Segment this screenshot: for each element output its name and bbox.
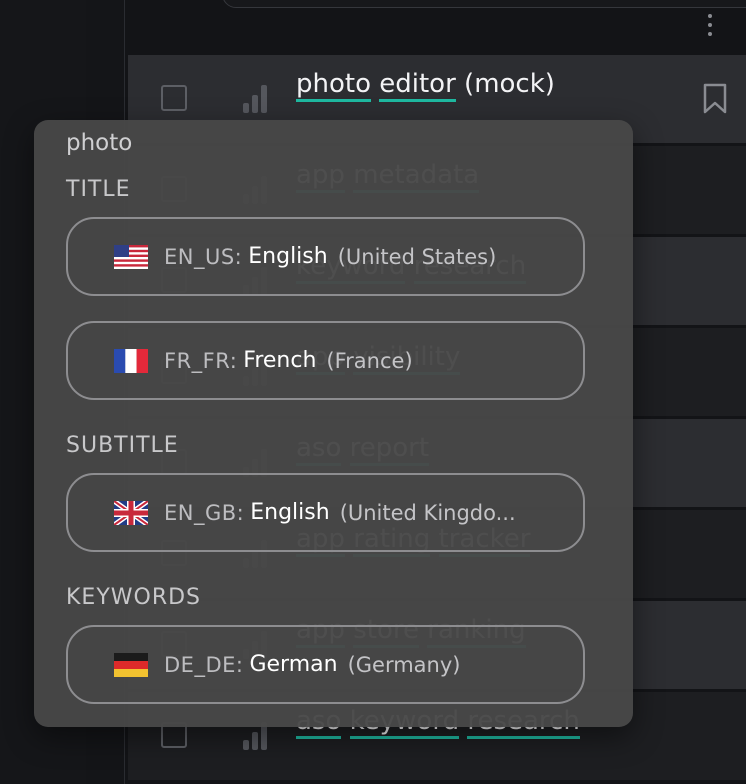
gb-flag-icon [114, 500, 148, 525]
app-page: photo editor (mock) app metadata keyword… [0, 0, 746, 784]
keyword-locale-popover: photo TITLE EN_US: English (United State… [34, 120, 633, 727]
locale-region: (United States) [337, 244, 497, 269]
fr-flag-icon [114, 348, 148, 373]
de-flag-icon [114, 652, 148, 677]
keyword-word: photo [296, 69, 371, 102]
locale-language: English [250, 500, 330, 525]
row-checkbox[interactable] [161, 85, 187, 111]
locale-chip-en-us[interactable]: EN_US: English (United States) [66, 217, 585, 296]
section-keywords-heading: KEYWORDS [66, 585, 202, 610]
section-subtitle-heading: SUBTITLE [66, 433, 179, 458]
locale-chip-fr-fr[interactable]: FR_FR: French (France) [66, 321, 585, 400]
locale-language: French [243, 348, 317, 373]
popover-term: photo [66, 130, 133, 156]
keyword-word: editor [379, 69, 456, 102]
locale-region: (Germany) [347, 652, 461, 677]
locale-code: DE_DE: [164, 652, 244, 677]
locale-language: German [249, 652, 338, 677]
locale-region: (France) [326, 348, 413, 373]
keyword-label[interactable]: photo editor (mock) [296, 69, 555, 102]
section-title-heading: TITLE [66, 177, 131, 202]
locale-chip-en-gb[interactable]: EN_GB: English (United Kingdo... [66, 473, 585, 552]
popularity-bars-icon [241, 83, 271, 113]
keyword-suffix: (mock) [455, 69, 555, 99]
us-flag-icon [114, 244, 148, 269]
locale-language: English [248, 244, 328, 269]
locale-region: (United Kingdo... [339, 500, 516, 525]
more-options-icon[interactable] [700, 14, 720, 46]
locale-code: EN_GB: [164, 500, 245, 525]
locale-code: EN_US: [164, 244, 243, 269]
search-box[interactable] [222, 0, 746, 8]
locale-code: FR_FR: [164, 348, 238, 373]
locale-chip-de-de[interactable]: DE_DE: German (Germany) [66, 625, 585, 704]
bookmark-icon[interactable] [702, 83, 728, 115]
